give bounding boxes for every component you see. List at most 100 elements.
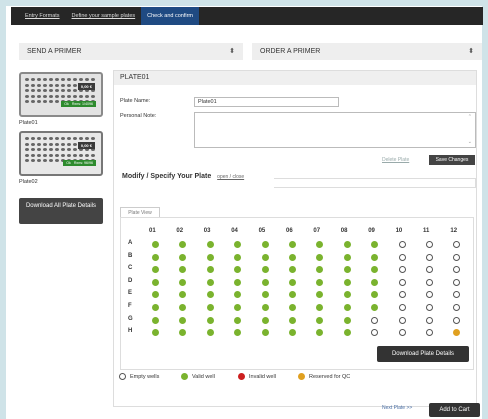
well-G09[interactable] bbox=[371, 316, 379, 324]
well-D11[interactable] bbox=[426, 278, 433, 286]
thumbnail-well bbox=[49, 142, 53, 146]
personal-note-label: Personal Note: bbox=[120, 113, 157, 119]
well-D06[interactable] bbox=[289, 278, 296, 286]
well-C03[interactable] bbox=[206, 266, 214, 274]
well-D01[interactable] bbox=[152, 278, 159, 286]
well-G07[interactable] bbox=[316, 316, 324, 324]
step-define-plates[interactable]: Define your sample plates bbox=[66, 7, 142, 25]
thumbnail-well bbox=[85, 153, 89, 157]
delete-plate-link[interactable]: Delete Plate bbox=[382, 157, 409, 163]
well-G03[interactable] bbox=[206, 316, 214, 324]
scroll-up-icon[interactable]: ⌃ bbox=[468, 114, 472, 120]
plate-thumbnail-1[interactable]: 0,00 € Ok Rxns: 1/4096 bbox=[19, 72, 103, 117]
well-F11[interactable] bbox=[426, 304, 433, 311]
well-C10[interactable] bbox=[398, 266, 406, 274]
well-D04[interactable] bbox=[234, 278, 242, 286]
thumbnail-well bbox=[85, 137, 89, 140]
plate-name-input[interactable]: Plate01 bbox=[194, 97, 339, 107]
well-H03[interactable] bbox=[206, 329, 214, 337]
well-F06[interactable] bbox=[289, 304, 296, 311]
grid-column-header: 10 bbox=[395, 228, 403, 234]
thumbnail-well bbox=[31, 78, 35, 81]
thumbnail-well bbox=[37, 142, 41, 146]
well-G01[interactable] bbox=[152, 316, 159, 324]
well-A05[interactable] bbox=[261, 241, 269, 248]
step-entry-formats[interactable]: Entry Formats bbox=[19, 7, 66, 25]
well-B06[interactable] bbox=[289, 253, 296, 261]
well-B03[interactable] bbox=[206, 253, 214, 261]
plate-thumbnail-2[interactable]: 0,00 € Ok Rxns: 96/96 bbox=[19, 131, 103, 176]
thumbnail-well bbox=[55, 159, 59, 162]
order-primer-select[interactable]: ORDER A PRIMER ⬍ bbox=[252, 43, 482, 60]
well-G04[interactable] bbox=[234, 316, 242, 324]
well-B09[interactable] bbox=[371, 253, 379, 261]
well-C08[interactable] bbox=[343, 266, 351, 274]
step-check-confirm[interactable]: Check and confirm bbox=[141, 7, 199, 25]
thumbnail-well bbox=[49, 137, 53, 140]
well-E05[interactable] bbox=[261, 291, 269, 299]
thumbnail-well bbox=[25, 100, 29, 103]
well-B02[interactable] bbox=[179, 253, 187, 261]
thumbnail-well bbox=[91, 94, 95, 98]
personal-note-textarea[interactable] bbox=[194, 112, 476, 148]
well-B01[interactable] bbox=[152, 253, 159, 261]
well-F05[interactable] bbox=[261, 304, 269, 311]
well-F03[interactable] bbox=[206, 304, 214, 311]
send-primer-label: SEND A PRIMER bbox=[27, 48, 82, 55]
thumbnail-well bbox=[49, 159, 53, 162]
save-changes-button[interactable]: Save Changes bbox=[429, 155, 475, 165]
well-A01[interactable] bbox=[152, 241, 159, 248]
well-F10[interactable] bbox=[398, 304, 406, 311]
well-E10[interactable] bbox=[398, 291, 406, 299]
well-F08[interactable] bbox=[343, 304, 351, 311]
well-G08[interactable] bbox=[343, 316, 351, 324]
thumbnail-well bbox=[55, 83, 59, 87]
add-to-cart-button[interactable]: Add to Cart bbox=[429, 403, 480, 417]
grid-column-header: 07 bbox=[313, 228, 321, 234]
well-D03[interactable] bbox=[206, 278, 214, 286]
well-G06[interactable] bbox=[289, 316, 296, 324]
well-D05[interactable] bbox=[261, 278, 269, 286]
well-B07[interactable] bbox=[316, 253, 324, 261]
well-D10[interactable] bbox=[398, 278, 406, 286]
well-B11[interactable] bbox=[426, 253, 433, 261]
well-A03[interactable] bbox=[206, 241, 214, 248]
thumbnail-well bbox=[79, 137, 83, 140]
well-G12[interactable] bbox=[453, 316, 461, 324]
well-C05[interactable] bbox=[261, 266, 269, 274]
well-G02[interactable] bbox=[179, 316, 187, 324]
open-close-link[interactable]: open / close bbox=[217, 174, 244, 180]
well-B05[interactable] bbox=[261, 253, 269, 261]
well-A11[interactable] bbox=[426, 241, 433, 248]
well-F01[interactable] bbox=[152, 304, 159, 311]
well-B12[interactable] bbox=[453, 253, 461, 261]
well-H10[interactable] bbox=[398, 329, 406, 337]
thumbnail-well bbox=[25, 142, 29, 146]
thumbnail-well bbox=[61, 94, 65, 98]
well-H08[interactable] bbox=[343, 329, 351, 337]
thumbnail-well bbox=[61, 153, 65, 157]
well-D09[interactable] bbox=[371, 278, 379, 286]
thumbnail-well bbox=[31, 83, 35, 87]
well-B08[interactable] bbox=[343, 253, 351, 261]
well-B10[interactable] bbox=[398, 253, 406, 261]
well-A06[interactable] bbox=[289, 241, 296, 248]
send-primer-select[interactable]: SEND A PRIMER ⬍ bbox=[19, 43, 243, 60]
download-all-plates-button[interactable]: Download All Plate Details bbox=[19, 198, 103, 224]
thumbnail-well bbox=[37, 89, 41, 92]
legend-invalid-label: Invalid well bbox=[249, 373, 276, 380]
thumbnail-well bbox=[73, 89, 77, 92]
well-D08[interactable] bbox=[343, 278, 351, 286]
well-G11[interactable] bbox=[426, 316, 433, 324]
download-plate-details-button[interactable]: Download Plate Details bbox=[377, 346, 469, 362]
well-A08[interactable] bbox=[343, 241, 351, 248]
well-A10[interactable] bbox=[398, 241, 406, 248]
scroll-down-icon[interactable]: ⌄ bbox=[468, 139, 472, 145]
thumbnail-well bbox=[31, 137, 35, 140]
well-G10[interactable] bbox=[398, 316, 406, 324]
thumbnail-well bbox=[43, 94, 47, 98]
well-G05[interactable] bbox=[261, 316, 269, 324]
well-B04[interactable] bbox=[234, 253, 242, 261]
next-plate-link[interactable]: Next Plate >> bbox=[382, 405, 412, 411]
well-H05[interactable] bbox=[261, 329, 269, 337]
